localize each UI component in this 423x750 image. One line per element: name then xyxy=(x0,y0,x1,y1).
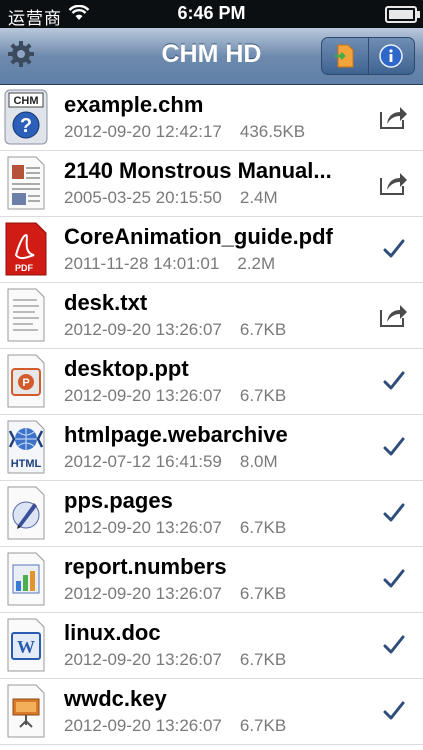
file-name: htmlpage.webarchive xyxy=(64,422,288,447)
status-time: 6:46 PM xyxy=(177,3,246,23)
html-icon: HTML xyxy=(4,419,48,475)
checkmark-icon xyxy=(377,233,411,265)
file-row[interactable]: PDF CoreAnimation_guide.pdf 2011-11-28 1… xyxy=(0,217,423,283)
document-image-icon xyxy=(4,155,48,211)
share-button[interactable] xyxy=(377,299,411,331)
file-row[interactable]: wwdc.key 2012-09-20 13:26:07 6.7KB xyxy=(0,679,423,745)
pages-icon xyxy=(4,485,48,541)
import-button[interactable] xyxy=(322,38,368,74)
file-size: 6.7KB xyxy=(239,320,287,339)
file-name: linux.doc xyxy=(64,620,161,645)
pdf-icon: PDF xyxy=(4,221,48,277)
share-icon xyxy=(380,305,407,327)
file-name: example.chm xyxy=(64,92,204,117)
file-size: 2.2M xyxy=(237,254,276,273)
file-size: 2.4M xyxy=(239,188,278,207)
battery-icon xyxy=(385,6,420,23)
file-row[interactable]: desk.txt 2012-09-20 13:26:07 6.7KB xyxy=(0,283,423,349)
checkmark-icon xyxy=(377,695,411,727)
file-size: 6.7KB xyxy=(239,716,287,735)
checkmark-icon xyxy=(377,431,411,463)
word-icon: W xyxy=(4,617,48,673)
file-date: 2011-11-28 14:01:01 xyxy=(64,254,220,273)
file-row[interactable]: 2140 Monstrous Manual... 2005-03-25 20:1… xyxy=(0,151,423,217)
file-size: 6.7KB xyxy=(239,650,287,669)
file-date: 2012-07-12 16:41:59 xyxy=(64,452,222,471)
keynote-icon xyxy=(4,683,48,739)
file-name: pps.pages xyxy=(64,488,173,513)
file-date: 2012-09-20 13:26:07 xyxy=(64,320,222,339)
share-icon xyxy=(380,107,407,129)
share-button[interactable] xyxy=(377,101,411,133)
file-name: report.numbers xyxy=(64,554,227,579)
file-name: desktop.ppt xyxy=(64,356,189,381)
svg-text:W: W xyxy=(17,637,35,657)
import-file-icon xyxy=(334,44,354,68)
powerpoint-icon: P xyxy=(4,353,48,409)
file-size: 8.0M xyxy=(239,452,278,471)
html-badge: HTML xyxy=(11,458,42,470)
info-icon xyxy=(379,44,403,68)
file-row[interactable]: HTML htmlpage.webarchive 2012-07-12 16:4… xyxy=(0,415,423,481)
file-date: 2012-09-20 12:42:17 xyxy=(64,122,222,141)
checkmark-icon xyxy=(377,365,411,397)
file-date: 2012-09-20 13:26:07 xyxy=(64,584,222,603)
pdf-badge: PDF xyxy=(15,263,34,273)
file-row[interactable]: CHM ? example.chm 2012-09-20 12:42:17 436… xyxy=(0,85,423,151)
chm-badge: CHM xyxy=(13,95,38,107)
svg-text:?: ? xyxy=(20,115,32,137)
status-bar: 运营商 6:46 PM xyxy=(0,0,423,28)
file-size: 6.7KB xyxy=(239,584,287,603)
checkmark-icon xyxy=(377,497,411,529)
file-row[interactable]: P desktop.ppt 2012-09-20 13:26:07 6.7KB xyxy=(0,349,423,415)
file-name: wwdc.key xyxy=(64,686,167,711)
share-icon xyxy=(380,173,407,195)
navigation-bar: CHM HD xyxy=(0,28,423,85)
file-list: CHM ? example.chm 2012-09-20 12:42:17 436… xyxy=(0,85,423,745)
svg-text:P: P xyxy=(22,377,29,389)
file-size: 6.7KB xyxy=(239,518,287,537)
file-row[interactable]: pps.pages 2012-09-20 13:26:07 6.7KB xyxy=(0,481,423,547)
file-size: 436.5KB xyxy=(239,122,306,141)
file-row[interactable]: report.numbers 2012-09-20 13:26:07 6.7KB xyxy=(0,547,423,613)
file-date: 2012-09-20 13:26:07 xyxy=(64,386,222,405)
share-button[interactable] xyxy=(377,167,411,199)
text-file-icon xyxy=(4,287,48,343)
checkmark-icon xyxy=(377,563,411,595)
checkmark-icon xyxy=(377,629,411,661)
file-name: desk.txt xyxy=(64,290,148,315)
file-row[interactable]: W linux.doc 2012-09-20 13:26:07 6.7KB xyxy=(0,613,423,679)
file-date: 2012-09-20 13:26:07 xyxy=(64,518,222,537)
file-name: CoreAnimation_guide.pdf xyxy=(64,224,333,249)
file-date: 2012-09-20 13:26:07 xyxy=(64,650,222,669)
nav-segmented-control xyxy=(321,37,415,75)
numbers-icon xyxy=(4,551,48,607)
chm-help-icon: CHM ? xyxy=(4,89,48,145)
file-date: 2005-03-25 20:15:50 xyxy=(64,188,222,207)
file-date: 2012-09-20 13:26:07 xyxy=(64,716,222,735)
file-size: 6.7KB xyxy=(239,386,287,405)
info-button[interactable] xyxy=(367,38,415,74)
file-name: 2140 Monstrous Manual... xyxy=(64,158,332,183)
